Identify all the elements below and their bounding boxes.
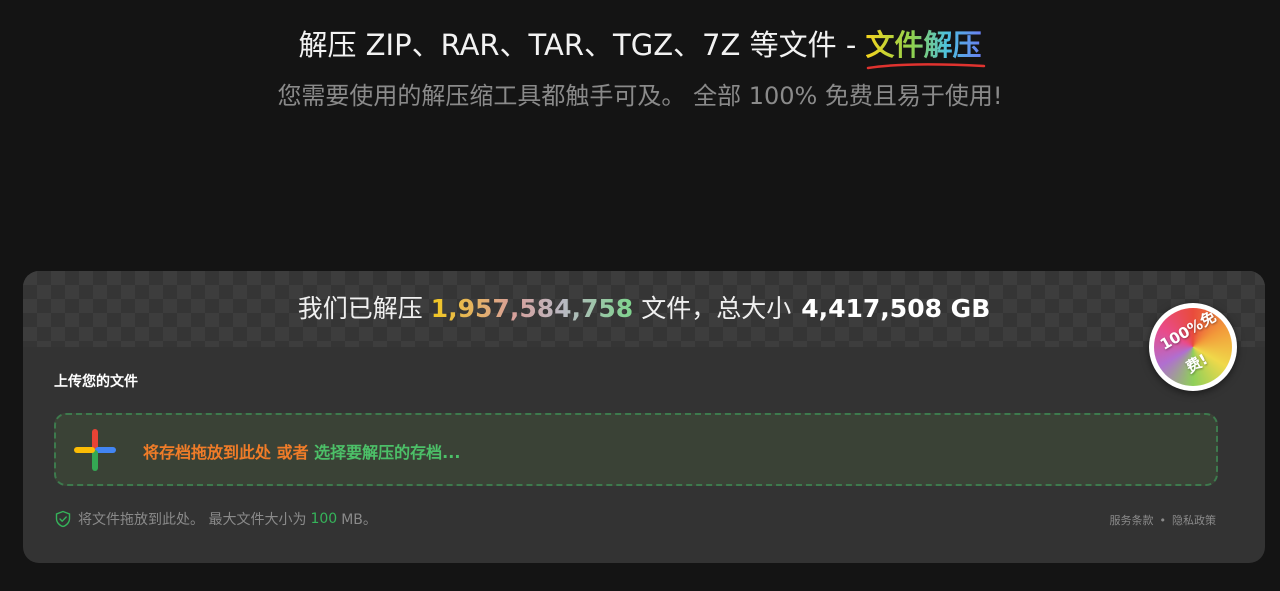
- note-prefix: 将文件拖放到此处。 最大文件大小为: [78, 512, 307, 528]
- plus-multicolor-icon: [74, 429, 116, 471]
- free-badge: 100%免 费!: [1149, 303, 1237, 391]
- legal-links: 服务条款 • 隐私政策: [1110, 512, 1217, 528]
- select-archive-link[interactable]: 选择要解压的存档...: [314, 443, 460, 462]
- total-size: 4,417,508 GB: [801, 294, 991, 323]
- free-badge-inner: 100%免 费!: [1154, 307, 1232, 386]
- title-highlight-text: 文件解压: [865, 28, 982, 62]
- drop-instruction: 将存档拖放到此处 或者: [143, 443, 309, 462]
- upload-note: 将文件拖放到此处。 最大文件大小为 100 MB。: [54, 509, 377, 529]
- upload-card: 我们已解压 1,957,584,758 文件，总大小 4,417,508 GB 上传您…: [23, 271, 1265, 563]
- page-title: 解压 ZIP、RAR、TAR、TGZ、7Z 等文件 - 文件解压: [0, 22, 1280, 70]
- max-size-unit: MB。: [341, 512, 377, 528]
- privacy-link[interactable]: 隐私政策: [1172, 514, 1216, 527]
- upload-title: 上传您的文件: [54, 374, 138, 390]
- page-subtitle: 您需要使用的解压缩工具都触手可及。 全部 100% 免费且易于使用!: [277, 82, 1003, 110]
- stats-line: 我们已解压 1,957,584,758 文件，总大小 4,417,508 GB: [23, 289, 1265, 325]
- underline-swoosh-icon: [866, 63, 985, 70]
- file-dropzone[interactable]: 将存档拖放到此处 或者 选择要解压的存档...: [54, 413, 1218, 486]
- stats-header: 我们已解压 1,957,584,758 文件，总大小 4,417,508 GB: [23, 271, 1265, 347]
- file-count: 1,957,584,758: [430, 294, 634, 323]
- title-highlight: 文件解压: [865, 28, 985, 70]
- dropzone-text: 将存档拖放到此处 或者 选择要解压的存档...: [143, 439, 460, 463]
- max-size-value: 100: [310, 511, 338, 527]
- terms-link[interactable]: 服务条款: [1110, 514, 1154, 527]
- stats-prefix: 我们已解压: [297, 294, 423, 323]
- free-badge-text: 100%免 费!: [1157, 307, 1229, 379]
- legal-separator: •: [1159, 514, 1167, 527]
- title-prefix: 解压 ZIP、RAR、TAR、TGZ、7Z 等文件 -: [298, 28, 866, 62]
- stats-middle: 文件，总大小: [641, 294, 792, 323]
- shield-check-icon: [55, 510, 71, 528]
